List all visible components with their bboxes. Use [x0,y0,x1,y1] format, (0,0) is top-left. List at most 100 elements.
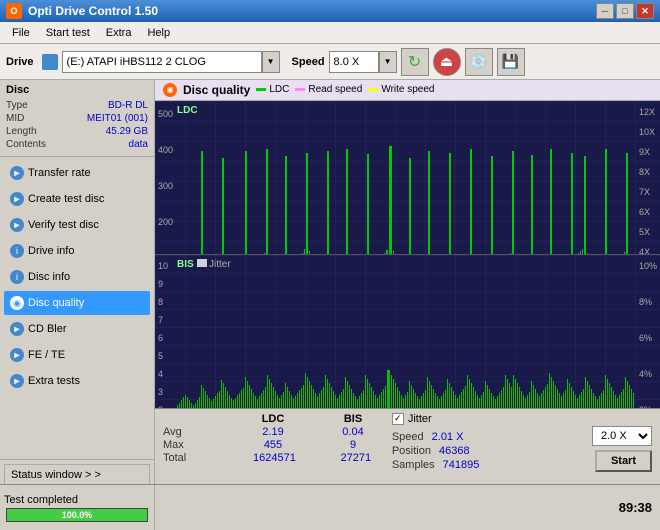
drive-dropdown-arrow[interactable]: ▼ [262,51,280,73]
disc-length-key: Length [6,126,37,137]
total-ldc: 1624571 [253,452,296,464]
status-window-button[interactable]: Status window > > [4,464,150,486]
verify-test-disc-label: Verify test disc [28,219,99,231]
fe-te-label: FE / TE [28,349,65,361]
status-window-label: Status window > > [11,469,101,481]
speed-dropdown-row: 2.0 X [592,426,652,446]
sidebar-item-transfer-rate[interactable]: ► Transfer rate [4,161,150,185]
svg-text:4X: 4X [639,247,650,254]
svg-text:6X: 6X [639,207,650,217]
ldc-chart-svg: 500 400 300 200 100 0 12X 10X 9X 8X 7X 6… [155,101,660,254]
maximize-button[interactable]: □ [616,3,634,19]
bis-chart: 10 9 8 7 6 5 4 3 2 1 10% 8% 6% 4% 2% [155,255,660,408]
charts-area: 500 400 300 200 100 0 12X 10X 9X 8X 7X 6… [155,101,660,408]
jitter-checkbox[interactable]: ✓ [392,413,404,425]
ldc-header [163,413,213,425]
total-label: Total [163,452,213,464]
drive-select[interactable]: (E:) ATAPI iHBS112 2 CLOG [62,51,262,73]
jitter-row: ✓ Jitter [392,413,480,425]
sidebar-item-disc-quality[interactable]: ◉ Disc quality [4,291,150,315]
save-button[interactable]: 💾 [497,48,525,76]
menu-extra[interactable]: Extra [98,25,140,41]
svg-text:8: 8 [158,297,163,307]
svg-text:4%: 4% [639,369,652,379]
bottom-left: Test completed 100.0% [0,485,155,530]
svg-text:5X: 5X [639,227,650,237]
speed-dropdown-arrow[interactable]: ▼ [379,51,397,73]
disc-quality-header: ◉ Disc quality LDC Read speed Write spee… [155,80,660,101]
sidebar-item-cd-bler[interactable]: ► CD Bler [4,317,150,341]
svg-text:BIS: BIS [177,259,194,270]
max-bis: 9 [333,439,373,451]
refresh-button[interactable]: ↻ [401,48,429,76]
avg-ldc: 2.19 [253,426,293,438]
total-bis: 27271 [336,452,376,464]
ldc-color [256,88,266,91]
position-value: 46368 [439,445,470,457]
drive-icon [42,54,58,70]
disc-mid-key: MID [6,113,24,124]
start-button[interactable]: Start [595,450,652,472]
read-speed-color [295,88,305,91]
svg-text:10: 10 [158,261,168,271]
content-area: ◉ Disc quality LDC Read speed Write spee… [155,80,660,490]
svg-text:9X: 9X [639,147,650,157]
disc-type-row: Type BD-R DL [6,100,148,111]
max-ldc: 455 [253,439,293,451]
svg-text:10X: 10X [639,127,655,137]
progress-bar-fill: 100.0% [7,509,147,521]
avg-bis: 0.04 [333,426,373,438]
disc-mid-row: MID MEIT01 (001) [6,113,148,124]
speed-dropdown[interactable]: 2.0 X [592,426,652,446]
sidebar-nav: ► Transfer rate ► Create test disc ► Ver… [0,157,154,459]
svg-text:7: 7 [158,315,163,325]
sidebar-item-verify-test-disc[interactable]: ► Verify test disc [4,213,150,237]
svg-text:2%: 2% [639,405,652,408]
verify-test-disc-icon: ► [10,218,24,232]
disc-info-section: Disc Type BD-R DL MID MEIT01 (001) Lengt… [0,80,154,157]
menu-file[interactable]: File [4,25,38,41]
disc-type-value: BD-R DL [108,100,148,111]
speed-row: Speed 2.01 X [392,431,480,443]
samples-value: 741895 [443,459,480,471]
svg-text:Jitter: Jitter [209,259,231,270]
menu-start-test[interactable]: Start test [38,25,98,41]
disc-button[interactable]: 💿 [465,48,493,76]
extra-tests-label: Extra tests [28,375,80,387]
svg-text:2: 2 [158,405,163,408]
svg-text:6%: 6% [639,333,652,343]
avg-label: Avg [163,426,213,438]
menu-help[interactable]: Help [139,25,178,41]
disc-info-icon: i [10,270,24,284]
sidebar-item-extra-tests[interactable]: ► Extra tests [4,369,150,393]
disc-quality-header-icon: ◉ [163,83,177,97]
minimize-button[interactable]: ─ [596,3,614,19]
legend-ldc: LDC [256,84,289,95]
progress-bar-container: 100.0% [6,508,148,522]
controls-section: 2.0 X Start [592,413,652,486]
legend-read-speed: Read speed [295,84,362,95]
svg-text:5: 5 [158,351,163,361]
fe-te-icon: ► [10,348,24,362]
app-icon: O [6,3,22,19]
transfer-rate-icon: ► [10,166,24,180]
bis-chart-svg: 10 9 8 7 6 5 4 3 2 1 10% 8% 6% 4% 2% [155,255,660,408]
svg-text:10%: 10% [639,261,657,271]
position-row: Position 46368 [392,445,480,457]
svg-text:12X: 12X [639,107,655,117]
sidebar-item-fe-te[interactable]: ► FE / TE [4,343,150,367]
close-button[interactable]: ✕ [636,3,654,19]
disc-contents-row: Contents data [6,139,148,150]
sidebar: Disc Type BD-R DL MID MEIT01 (001) Lengt… [0,80,155,490]
title-bar: O Opti Drive Control 1.50 ─ □ ✕ [0,0,660,22]
sidebar-item-create-test-disc[interactable]: ► Create test disc [4,187,150,211]
sidebar-item-drive-info[interactable]: i Drive info [4,239,150,263]
drive-label: Drive [6,56,34,68]
eject-button[interactable]: ⏏ [433,48,461,76]
sidebar-item-disc-info[interactable]: i Disc info [4,265,150,289]
position-label: Position [392,445,431,457]
svg-text:7X: 7X [639,187,650,197]
ldc-chart: 500 400 300 200 100 0 12X 10X 9X 8X 7X 6… [155,101,660,255]
speed-select[interactable]: 8.0 X [329,51,379,73]
svg-text:300: 300 [158,181,173,191]
